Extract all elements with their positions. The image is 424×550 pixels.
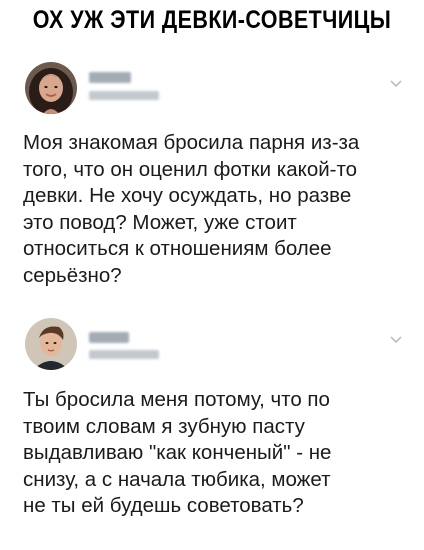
post-line: Ты бросила меня потому, что по [23,388,330,411]
post-date-blurred [89,350,159,359]
post-line: относиться к отношениям более [23,237,332,260]
post-line: твоим словам я зубную пасту [23,414,305,438]
page-title: ОХ УЖ ЭТИ ДЕВКИ-СОВЕТЧИЦЫ [32,6,392,34]
author-name-blurred [89,72,131,83]
chevron-down-icon[interactable] [389,332,403,346]
post-date-blurred [89,91,159,100]
male-avatar[interactable] [25,318,77,370]
post-line: снизу, а с начала тюбика, может [23,467,331,491]
post-line: Моя знакомая бросила парня из-за [23,131,360,154]
post-line: не ты ей будешь советовать? [23,494,304,517]
chevron-down-icon[interactable] [389,76,403,90]
post-line: того, что он оценил фотки какой-то [23,157,358,181]
post-text: Моя знакомая бросила парня из-за того, ч… [23,130,359,289]
post-line: девки. Не хочу осуждать, но разве [23,184,352,207]
post-line: это повод? Может, уже стоит [23,210,297,234]
post-line: выдавливаю "как конченый" - не [23,441,332,464]
female-avatar[interactable] [25,62,77,114]
author-name-blurred [89,332,129,343]
post-line: серьёзно? [23,263,122,287]
post-text: Ты бросила меня потому, что по твоим сло… [23,387,331,520]
